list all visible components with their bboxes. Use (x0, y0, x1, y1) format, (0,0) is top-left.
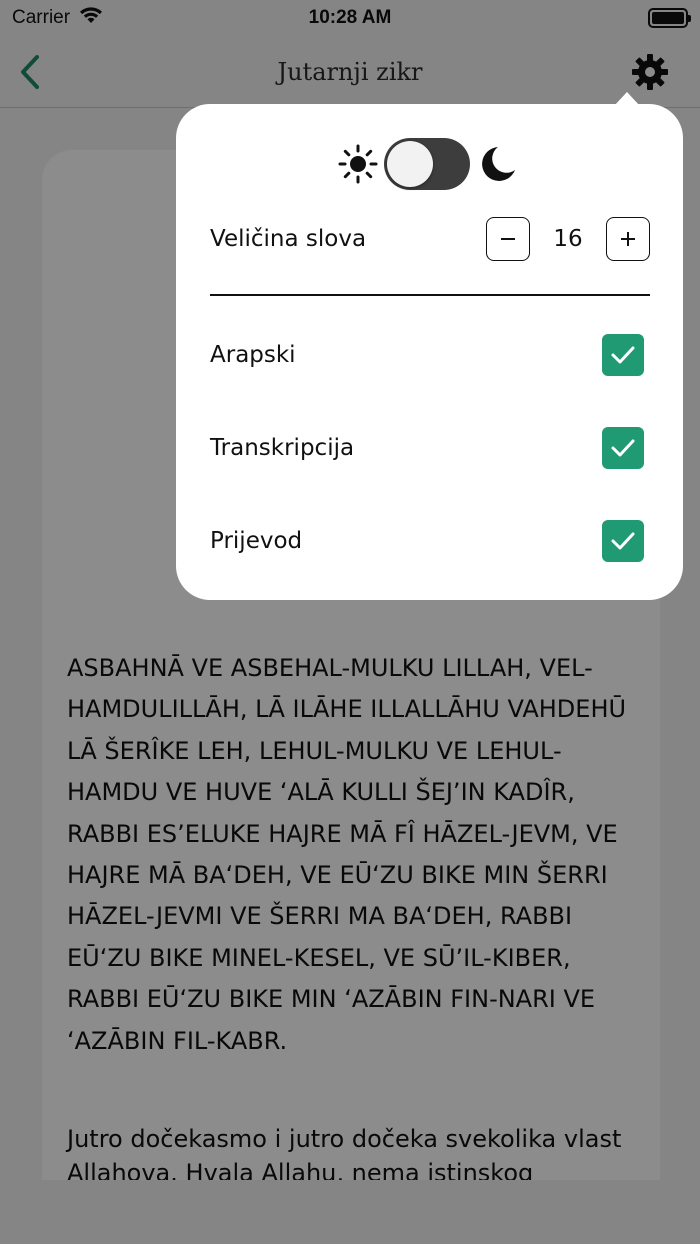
theme-switch-row (338, 138, 520, 190)
font-size-value: 16 (553, 226, 583, 252)
divider (210, 294, 650, 296)
option-label-arabic: Arapski (210, 342, 296, 368)
font-size-label: Veličina slova (210, 226, 367, 252)
transcription-checkbox[interactable] (602, 427, 644, 469)
option-row-transcription[interactable]: Transkripcija (210, 427, 644, 469)
checkmark-icon (611, 532, 635, 550)
increase-font-button[interactable] (606, 217, 650, 261)
settings-popover: Veličina slova 16 Arapski Transkripcija (176, 104, 683, 600)
font-size-row: Veličina slova 16 (210, 216, 650, 262)
plus-icon (621, 232, 635, 246)
decrease-font-button[interactable] (486, 217, 530, 261)
arabic-checkbox[interactable] (602, 334, 644, 376)
option-row-translation[interactable]: Prijevod (210, 520, 644, 562)
checkmark-icon (611, 439, 635, 457)
checkmark-icon (611, 346, 635, 364)
dark-mode-toggle[interactable] (384, 138, 470, 190)
toggle-knob (387, 141, 433, 187)
translation-checkbox[interactable] (602, 520, 644, 562)
option-row-arabic[interactable]: Arapski (210, 334, 644, 376)
sun-icon (338, 144, 378, 184)
moon-icon (482, 147, 515, 181)
option-label-transcription: Transkripcija (210, 435, 355, 461)
option-label-translation: Prijevod (210, 528, 303, 554)
minus-icon (501, 238, 515, 240)
